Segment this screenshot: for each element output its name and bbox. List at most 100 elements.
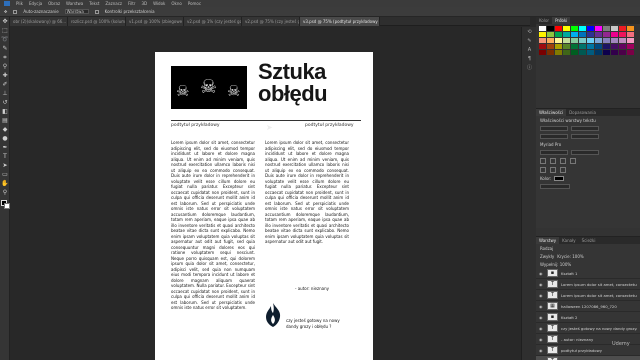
tab-channels[interactable]: Kanały (559, 237, 579, 244)
visibility-eye-icon[interactable]: ◉ (539, 282, 544, 287)
swatch[interactable] (555, 26, 562, 31)
swatch[interactable] (611, 32, 618, 37)
align-right-icon[interactable] (560, 157, 566, 164)
tab-adjustments[interactable]: Dopasowania (566, 109, 599, 116)
lasso-tool-icon[interactable]: ➰ (0, 35, 10, 44)
swatch[interactable] (627, 26, 634, 31)
leading-field[interactable] (571, 149, 599, 155)
fill-field[interactable]: Wypełnij: 100% (540, 262, 571, 267)
opacity-field[interactable]: Krycie: 100% (557, 254, 583, 259)
swatch[interactable] (627, 38, 634, 43)
layer-row[interactable]: ◉ T Lorem ipsum dolor sit amet, consectetu… (536, 279, 640, 290)
path-select-tool-icon[interactable]: ➤ (0, 161, 10, 170)
shape-tool-icon[interactable]: ▭ (0, 170, 10, 179)
brush-tool-icon[interactable]: ✐ (0, 80, 10, 89)
swatch[interactable] (595, 38, 602, 43)
swatch[interactable] (595, 32, 602, 37)
swatch[interactable] (571, 50, 578, 55)
x-field[interactable] (540, 133, 568, 139)
swatch[interactable] (619, 50, 626, 55)
swatch[interactable] (611, 38, 618, 43)
swatch[interactable] (579, 32, 586, 37)
swatch[interactable] (619, 32, 626, 37)
swatch[interactable] (571, 32, 578, 37)
history-panel-icon[interactable]: ⟲ (522, 27, 537, 36)
visibility-eye-icon[interactable]: ◉ (539, 271, 544, 276)
swatch[interactable] (603, 32, 610, 37)
justify-last-left-icon[interactable] (540, 166, 546, 173)
tab-properties[interactable]: Właściwości (536, 109, 567, 116)
y-field[interactable] (571, 133, 599, 139)
color-swatches[interactable] (0, 199, 10, 213)
layer-row[interactable]: ◉ Tczy jesteś gotowy na nowy dandy grozy.… (536, 323, 640, 334)
info-panel-icon[interactable]: ⓘ (522, 63, 537, 72)
swatch[interactable] (587, 50, 594, 55)
swatch[interactable] (619, 38, 626, 43)
move-tool-icon[interactable]: ✥ (4, 9, 7, 14)
reset-button[interactable] (540, 183, 570, 189)
dodge-tool-icon[interactable]: ● (0, 134, 10, 143)
justify-icon[interactable] (570, 157, 576, 164)
visibility-eye-icon[interactable]: ◉ (539, 337, 544, 342)
doc-tab[interactable]: v1.psd @ 100% (zbiegowe okladki... (126, 17, 184, 26)
menu-item-edit[interactable]: Edycja (29, 1, 42, 6)
swatch[interactable] (547, 38, 554, 43)
tab-layers[interactable]: Warstwy (536, 237, 560, 244)
swatch[interactable] (563, 50, 570, 55)
visibility-eye-icon[interactable]: ◉ (539, 304, 544, 309)
hand-tool-icon[interactable]: ✋ (0, 179, 10, 188)
text-color-swatch[interactable] (554, 175, 565, 181)
visibility-eye-icon[interactable]: ◉ (539, 293, 544, 298)
swatch[interactable] (563, 44, 570, 49)
swatch[interactable] (587, 38, 594, 43)
align-left-icon[interactable] (540, 157, 546, 164)
width-field[interactable] (540, 125, 568, 131)
visibility-eye-icon[interactable]: ◉ (539, 348, 544, 353)
menu-item-select[interactable]: Zaznacz (105, 1, 122, 6)
doc-tab[interactable]: obr (2)(skalowany) @ 66... (10, 17, 68, 26)
swatch[interactable] (587, 32, 594, 37)
swatch[interactable] (611, 44, 618, 49)
justify-all-icon[interactable] (560, 166, 566, 173)
brush-panel-icon[interactable]: ✎ (522, 36, 537, 45)
swatch[interactable] (547, 26, 554, 31)
quick-select-tool-icon[interactable]: ✎ (0, 44, 10, 53)
doc-tab[interactable]: v2.psd @ 1% (czy jesteś gotowy... (184, 17, 242, 26)
zoom-tool-icon[interactable]: ⚲ (0, 188, 10, 197)
background-color[interactable] (4, 203, 10, 209)
layer-row[interactable]: ◉Tpodtytuł przykładowy kopia (536, 356, 640, 360)
menu-item-image[interactable]: Obraz (48, 1, 60, 6)
menu-item-type[interactable]: Tekst (89, 1, 99, 6)
marquee-tool-icon[interactable]: ⬚ (0, 26, 10, 35)
auto-select-checkbox[interactable] (13, 9, 18, 14)
swatch[interactable] (547, 50, 554, 55)
swatch[interactable] (587, 44, 594, 49)
swatch-grid[interactable] (536, 24, 640, 57)
swatch[interactable] (571, 26, 578, 31)
menu-item-view[interactable]: Widok (153, 1, 165, 6)
swatch[interactable] (555, 38, 562, 43)
visibility-eye-icon[interactable]: ◉ (539, 326, 544, 331)
swatch[interactable] (627, 32, 634, 37)
swatch[interactable] (579, 38, 586, 43)
swatch[interactable] (619, 26, 626, 31)
justify-last-center-icon[interactable] (550, 166, 556, 173)
visibility-eye-icon[interactable]: ◉ (539, 315, 544, 320)
height-field[interactable] (571, 125, 599, 131)
swatch[interactable] (539, 26, 546, 31)
gradient-tool-icon[interactable]: ▤ (0, 116, 10, 125)
swatch[interactable] (595, 50, 602, 55)
stamp-tool-icon[interactable]: ⊥ (0, 89, 10, 98)
swatch[interactable] (547, 32, 554, 37)
swatch[interactable] (539, 38, 546, 43)
swatch[interactable] (587, 26, 594, 31)
menu-item-window[interactable]: Okno (171, 1, 181, 6)
blur-tool-icon[interactable]: ◆ (0, 125, 10, 134)
document-page[interactable]: ☠ ☠ ☠ Sztuka obłędu podtytuł przykładowy… (155, 52, 373, 360)
pen-tool-icon[interactable]: ✒ (0, 143, 10, 152)
move-tool-icon[interactable]: ✥ (0, 17, 10, 26)
swatch[interactable] (563, 32, 570, 37)
swatch[interactable] (595, 26, 602, 31)
swatch[interactable] (603, 50, 610, 55)
align-center-icon[interactable] (550, 157, 556, 164)
